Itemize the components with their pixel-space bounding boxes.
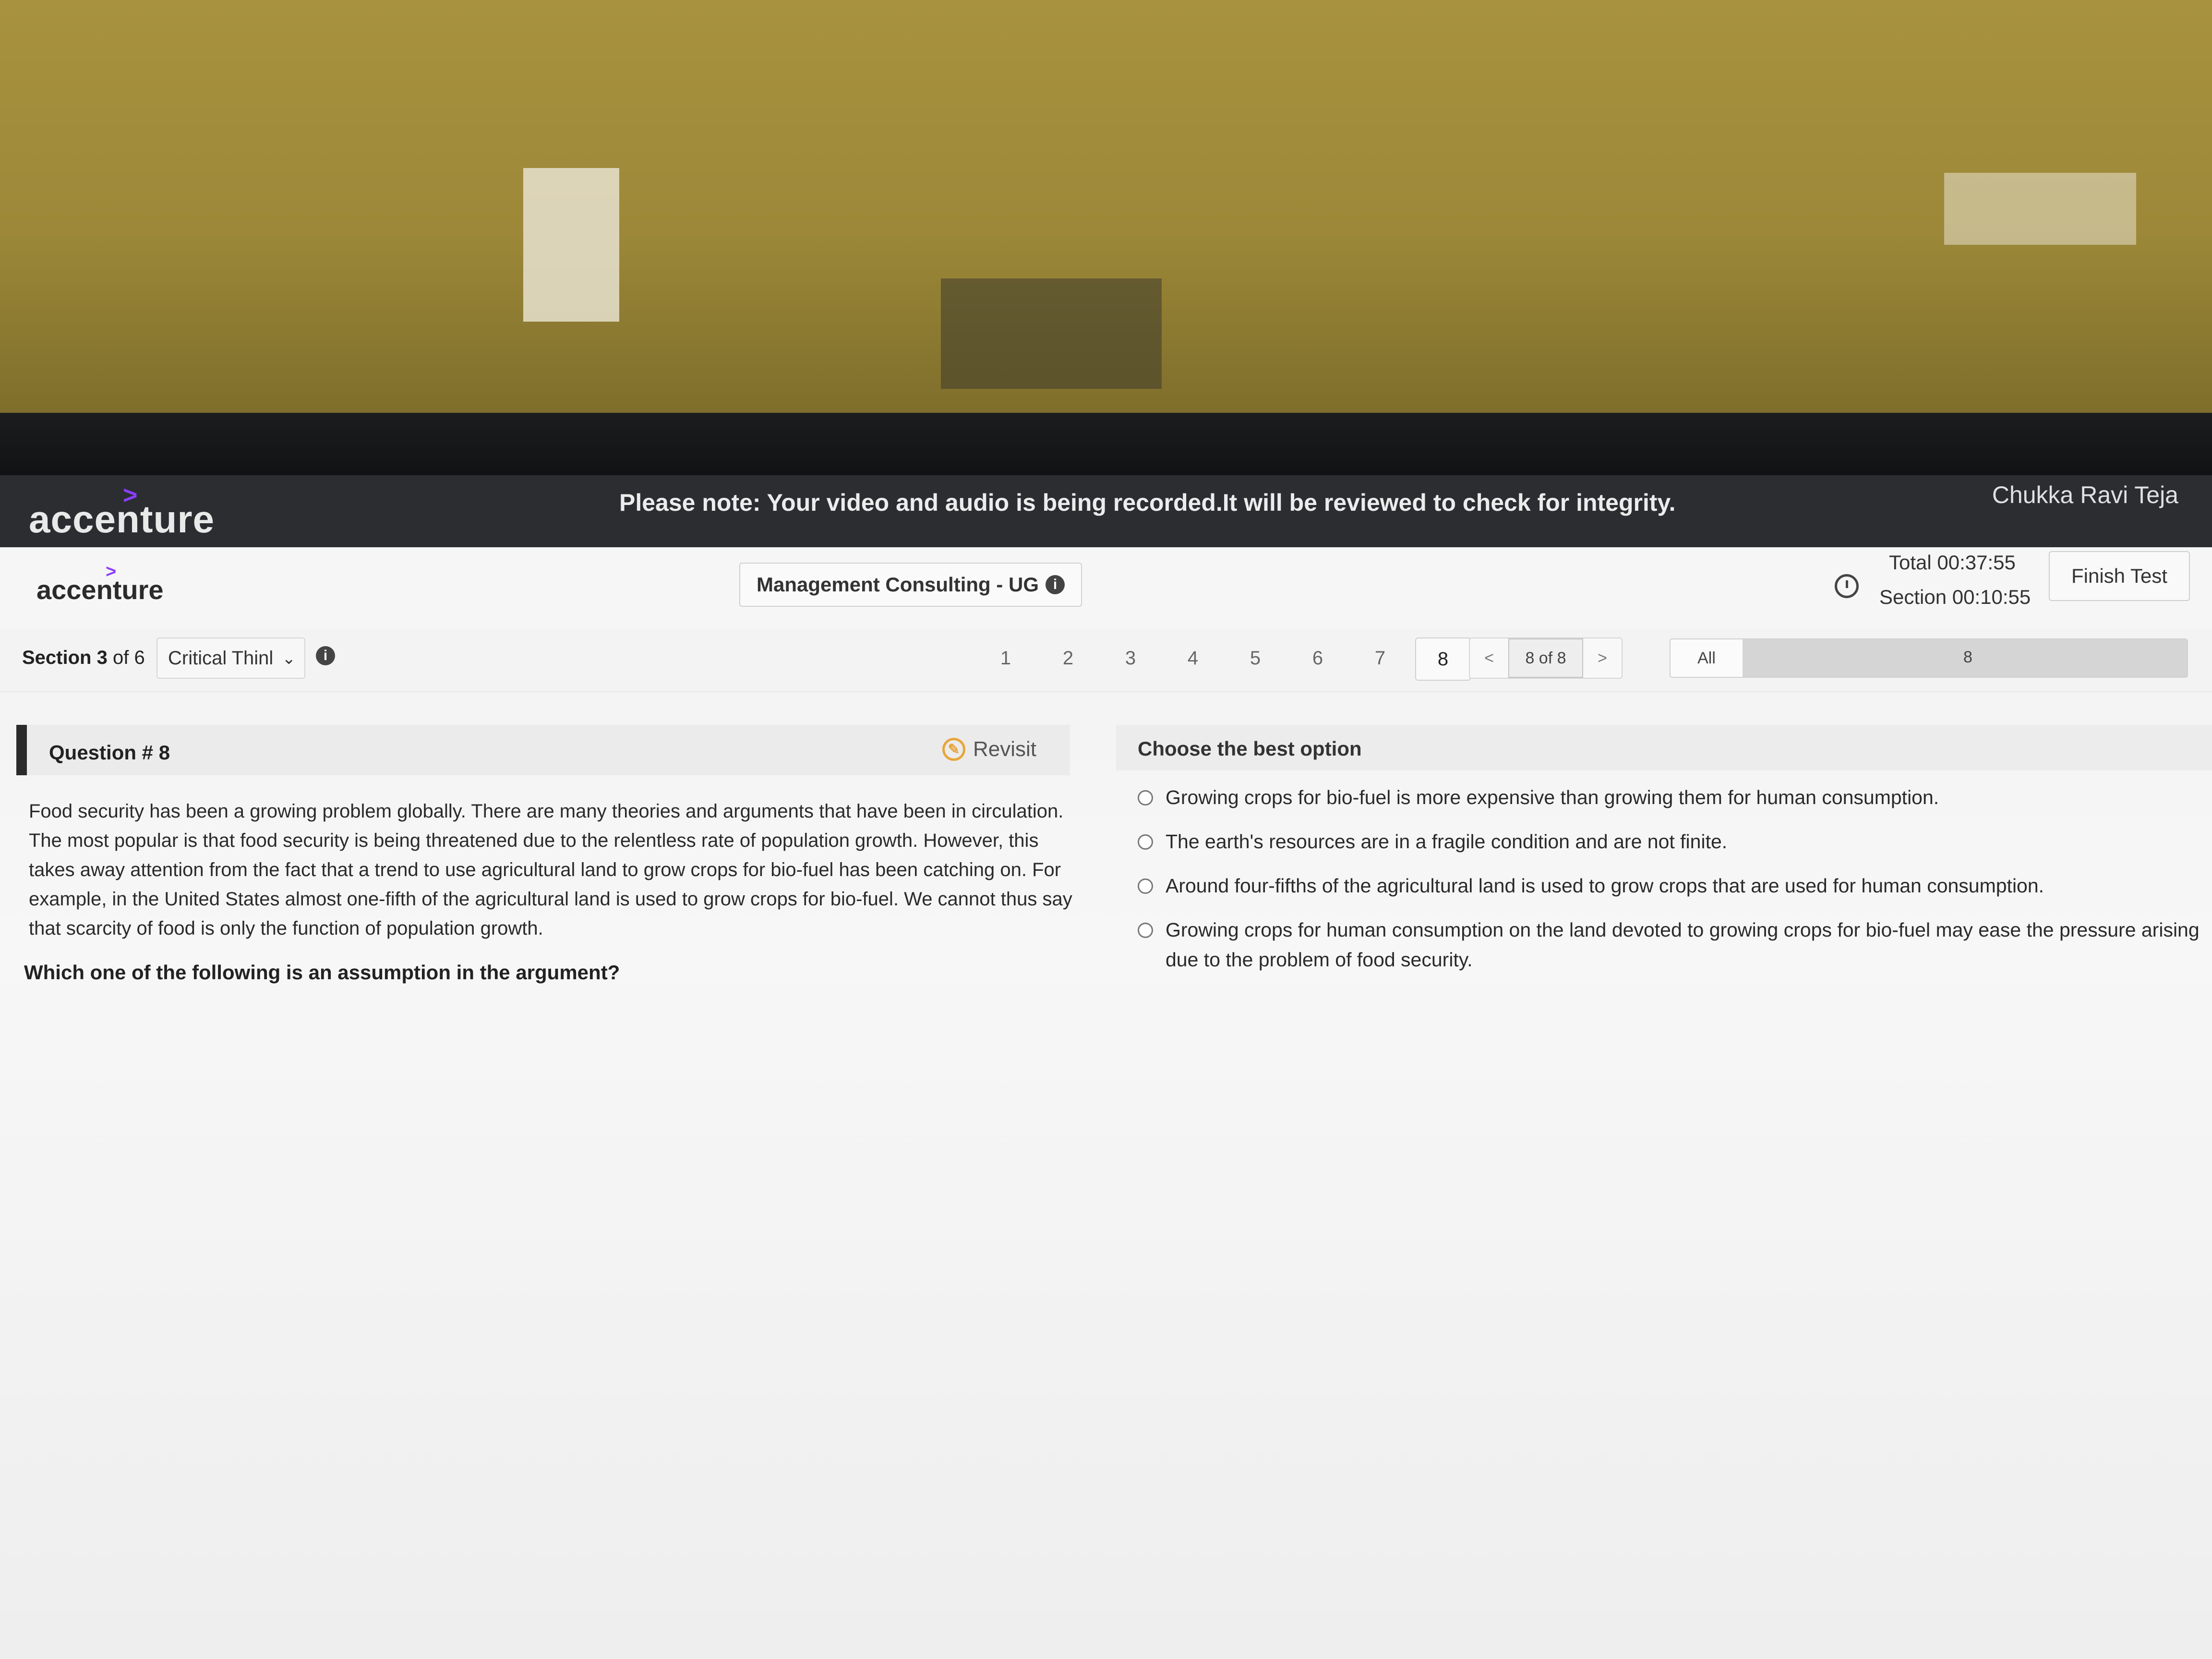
question-number-1[interactable]: 1 — [974, 637, 1037, 679]
test-title-text: Management Consulting - UG — [757, 573, 1039, 596]
question-passage: Food security has been a growing problem… — [29, 801, 1072, 939]
user-name: Chukka Ravi Teja — [1992, 481, 2178, 508]
question-counter[interactable]: 8 of 8 — [1508, 638, 1583, 678]
info-icon[interactable]: i — [1046, 575, 1065, 594]
recording-notice: Please note: Your video and audio is bei… — [619, 489, 1676, 516]
option-text: Growing crops for human consumption on t… — [1166, 919, 2200, 971]
background-wall — [0, 0, 2212, 422]
clock-icon — [1835, 574, 1859, 598]
revisit-button[interactable]: ✎ Revisit — [942, 737, 1036, 761]
section-timer: Section 00:10:55 — [1879, 586, 2031, 608]
next-button[interactable]: > — [1583, 638, 1622, 678]
option-text: The earth's resources are in a fragile c… — [1166, 830, 1728, 853]
question-filter[interactable]: All 8 — [1670, 638, 2188, 678]
options-header: Choose the best option — [1116, 725, 2212, 770]
question-number-7[interactable]: 7 — [1349, 637, 1411, 679]
radio-button[interactable] — [1138, 834, 1153, 850]
total-timer: Total 00:37:55 — [1889, 551, 2016, 574]
test-header: > accenture Management Consulting - UG i… — [0, 547, 2212, 630]
question-prompt: Which one of the following is an assumpt… — [24, 961, 620, 984]
pencil-icon: ✎ — [942, 738, 965, 761]
question-numbers: 1 2 3 4 5 6 7 8 — [974, 637, 1471, 681]
question-number-5[interactable]: 5 — [1224, 637, 1286, 679]
answer-option-1[interactable]: Growing crops for bio-fuel is more expen… — [1138, 782, 1939, 812]
section-info-icon[interactable]: i — [316, 646, 335, 665]
question-number-6[interactable]: 6 — [1286, 637, 1349, 679]
paint-patch — [941, 278, 1162, 389]
previous-button[interactable]: < — [1470, 638, 1508, 678]
section-dropdown[interactable]: Critical Thinl ⌄ — [156, 637, 305, 679]
option-text: Growing crops for bio-fuel is more expen… — [1166, 786, 1939, 808]
radio-button[interactable] — [1138, 878, 1153, 894]
info-icon[interactable]: i — [316, 646, 335, 665]
answer-option-2[interactable]: The earth's resources are in a fragile c… — [1138, 827, 1727, 856]
radio-button[interactable] — [1138, 923, 1153, 938]
question-title: Question # 8 — [49, 741, 170, 764]
question-pager: < 8 of 8 > — [1469, 637, 1623, 679]
section-name: Critical Thinl — [168, 647, 274, 669]
chevron-down-icon: ⌄ — [282, 649, 296, 668]
exam-screen: > accenture Please note: Your video and … — [0, 475, 2212, 1659]
accenture-logo-small: > accenture — [36, 562, 164, 605]
filter-count: 8 — [1963, 648, 1972, 666]
section-total: of 6 — [112, 647, 145, 668]
section-number: 3 — [96, 647, 108, 668]
option-text: Around four-fifths of the agricultural l… — [1166, 875, 2044, 897]
section-prefix: Section — [22, 647, 92, 668]
options-title: Choose the best option — [1138, 737, 1362, 760]
logo-chevron-icon: > — [123, 481, 138, 509]
radio-button[interactable] — [1138, 790, 1153, 805]
filter-all-tab[interactable]: All — [1671, 639, 1743, 677]
answer-option-4[interactable]: Growing crops for human consumption on t… — [1138, 915, 2203, 974]
revisit-label: Revisit — [973, 737, 1036, 761]
recording-banner: > accenture Please note: Your video and … — [0, 475, 2212, 547]
monitor-bezel — [0, 413, 2212, 475]
answer-option-3[interactable]: Around four-fifths of the agricultural l… — [1138, 871, 2044, 901]
question-header: Question # 8 ✎ Revisit — [16, 725, 1070, 775]
question-number-current[interactable]: 8 — [1415, 637, 1471, 681]
finish-test-button[interactable]: Finish Test — [2049, 551, 2190, 601]
paint-patch — [1944, 173, 2136, 245]
question-number-2[interactable]: 2 — [1037, 637, 1099, 679]
accenture-logo: > accenture — [29, 481, 215, 541]
question-number-4[interactable]: 4 — [1162, 637, 1224, 679]
question-navigation: Section 3 of 6 Critical Thinl ⌄ i 1 2 3 … — [0, 629, 2212, 692]
section-indicator: Section 3 of 6 — [22, 647, 145, 669]
paint-patch — [523, 168, 619, 322]
test-title[interactable]: Management Consulting - UG i — [739, 563, 1082, 607]
question-number-3[interactable]: 3 — [1099, 637, 1162, 679]
logo-chevron-icon: > — [106, 562, 117, 582]
